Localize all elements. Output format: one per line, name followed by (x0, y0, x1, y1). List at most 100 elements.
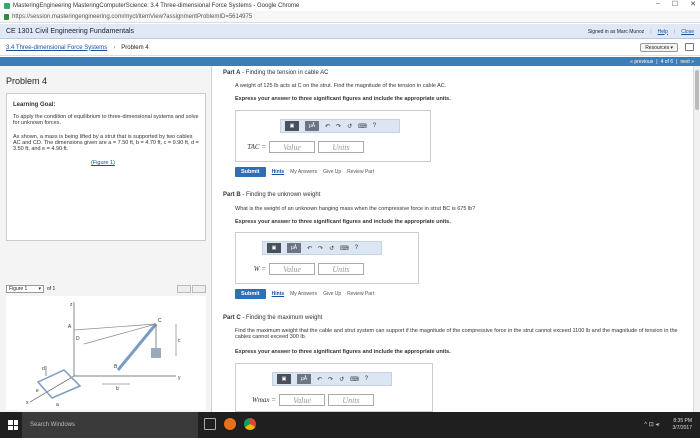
figure-diagram: z d D A B C c e a b y x (6, 296, 206, 410)
part-b-units-input[interactable]: Units (318, 263, 364, 275)
windows-start-icon[interactable] (8, 420, 18, 430)
keyboard-icon[interactable]: ⌨ (350, 376, 359, 383)
address-bar[interactable]: https://session.masteringengineering.com… (0, 11, 700, 23)
part-a-submit-button[interactable]: Submit (235, 167, 266, 177)
part-c-answer-box: ▣ μÅ ↶ ↷ ↺ ⌨ ? Wmax = Value Units (235, 363, 433, 412)
part-c-units-input[interactable]: Units (328, 394, 374, 406)
clock-date: 3/7/2017 (672, 425, 692, 431)
part-b-review-link[interactable]: Review Part (347, 291, 374, 297)
units-button[interactable]: μÅ (287, 243, 301, 253)
part-b-instructions: Express your answer to three significant… (235, 219, 451, 225)
help-icon[interactable]: ? (373, 123, 376, 129)
fig-label-D: D (76, 336, 80, 342)
keyboard-icon[interactable]: ⌨ (358, 123, 367, 130)
cable-cd-line (83, 323, 157, 345)
part-a-instructions: Express your answer to three significant… (235, 96, 451, 102)
redo-icon[interactable]: ↷ (336, 123, 341, 130)
figure-link[interactable]: (Figure 1) (91, 160, 115, 166)
part-b-value-input[interactable]: Value (269, 263, 315, 275)
figure-select[interactable]: Figure 1 ▾ (6, 284, 44, 293)
part-b-text: What is the weight of an unknown hanging… (235, 206, 476, 212)
problem-title: Problem 4 (6, 76, 48, 86)
cable-ac-line (73, 323, 157, 331)
part-a-review-link[interactable]: Review Part (347, 169, 374, 175)
undo-icon[interactable]: ↶ (307, 245, 312, 252)
problem-sidebar: Problem 4 Learning Goal: To apply the co… (0, 66, 212, 412)
close-link[interactable]: Close (681, 29, 694, 35)
taskbar-search-input[interactable]: Search Windows (22, 412, 198, 438)
part-b-submit-button[interactable]: Submit (235, 289, 266, 299)
part-c-heading: Part C - Finding the maximum weight (223, 315, 323, 321)
parts-panel: Part A - Finding the tension in cable AC… (213, 66, 693, 412)
part-c-text: Find the maximum weight that the cable a… (235, 328, 678, 341)
part-a-give-up-link[interactable]: Give Up (323, 169, 341, 175)
help-icon[interactable]: ? (365, 376, 368, 382)
fig-label-b: b (116, 386, 119, 392)
reset-icon[interactable]: ↺ (339, 376, 344, 383)
help-link[interactable]: Help (658, 29, 668, 35)
fig-label-c: c (178, 338, 181, 344)
figure-prev-button[interactable] (177, 284, 191, 293)
taskbar-apps (204, 418, 256, 430)
lock-icon (4, 13, 9, 20)
maximize-button[interactable]: ☐ (672, 0, 678, 8)
part-a-hints-link[interactable]: Hints (272, 169, 285, 175)
fig-label-y: y (178, 375, 181, 381)
templates-button[interactable]: ▣ (285, 121, 299, 131)
part-b-toolbar: ▣ μÅ ↶ ↷ ↺ ⌨ ? (262, 241, 382, 255)
url-text[interactable]: https://session.masteringengineering.com… (12, 14, 252, 20)
figure-next-button[interactable] (192, 284, 206, 293)
goal-text: To apply the condition of equilibrium to… (13, 114, 199, 126)
templates-button[interactable]: ▣ (267, 243, 281, 253)
breadcrumb-assignment-link[interactable]: 3.4 Three-dimensional Force Systems (6, 45, 107, 51)
undo-icon[interactable]: ↶ (317, 376, 322, 383)
clock-time: 8:35 PM (673, 418, 692, 424)
previous-link[interactable]: « previous (630, 59, 653, 65)
part-a-answer-box: ▣ μÅ ↶ ↷ ↺ ⌨ ? TAC = Value Units (235, 110, 431, 162)
problem-description: As shown, a mass is being lifted by a st… (13, 134, 199, 152)
part-c-answer-label: Wmax = (252, 396, 276, 404)
fig-label-x: x (26, 400, 29, 406)
reset-icon[interactable]: ↺ (329, 245, 334, 252)
units-button[interactable]: μÅ (305, 121, 319, 131)
minimize-button[interactable]: – (656, 0, 660, 8)
part-a-units-input[interactable]: Units (318, 141, 364, 153)
print-icon[interactable] (685, 43, 694, 51)
problem-nav-bar: « previous | 4 of 6 | next » (0, 57, 700, 66)
keyboard-icon[interactable]: ⌨ (340, 245, 349, 252)
fig-label-A: A (68, 324, 72, 330)
part-a-actions: Submit Hints My Answers Give Up Review P… (235, 167, 374, 177)
part-b-hints-link[interactable]: Hints (272, 291, 285, 297)
templates-button[interactable]: ▣ (277, 374, 291, 384)
part-c-answer-row: Wmax = Value Units (242, 394, 374, 406)
units-button[interactable]: μÅ (297, 374, 311, 384)
resources-button[interactable]: Resources ▾ (640, 43, 678, 52)
part-c-value-input[interactable]: Value (279, 394, 325, 406)
next-link[interactable]: next » (680, 59, 694, 65)
task-view-icon[interactable] (204, 418, 216, 430)
scrollbar-thumb[interactable] (695, 70, 699, 110)
close-window-button[interactable]: ✕ (690, 0, 696, 8)
clock[interactable]: 8:35 PM 3/7/2017 (673, 418, 692, 432)
help-icon[interactable]: ? (355, 245, 358, 251)
goal-heading: Learning Goal: (13, 102, 56, 108)
windows-taskbar: Search Windows ^ ⊡ ◂ᐧ 8:35 PM 3/7/2017 (0, 412, 700, 438)
part-b-give-up-link[interactable]: Give Up (323, 291, 341, 297)
window-title-bar: MasteringEngineering MasteringComputerSc… (0, 0, 700, 11)
system-tray-icons[interactable]: ^ ⊡ ◂ᐧ (644, 421, 660, 428)
part-a-my-answers-link[interactable]: My Answers (290, 169, 317, 175)
fig-label-e: e (36, 388, 39, 394)
redo-icon[interactable]: ↷ (318, 245, 323, 252)
page-scrollbar[interactable] (693, 66, 700, 412)
reset-icon[interactable]: ↺ (347, 123, 352, 130)
redo-icon[interactable]: ↷ (328, 376, 333, 383)
chrome-icon[interactable] (244, 418, 256, 430)
part-b-my-answers-link[interactable]: My Answers (290, 291, 317, 297)
firefox-icon[interactable] (224, 418, 236, 430)
course-header: CE 1301 Civil Engineering Fundamentals S… (0, 24, 700, 39)
fig-label-z: z (70, 302, 73, 308)
breadcrumb-separator-icon: › (113, 44, 116, 51)
undo-icon[interactable]: ↶ (325, 123, 330, 130)
window-title: MasteringEngineering MasteringComputerSc… (13, 2, 300, 9)
part-a-value-input[interactable]: Value (269, 141, 315, 153)
